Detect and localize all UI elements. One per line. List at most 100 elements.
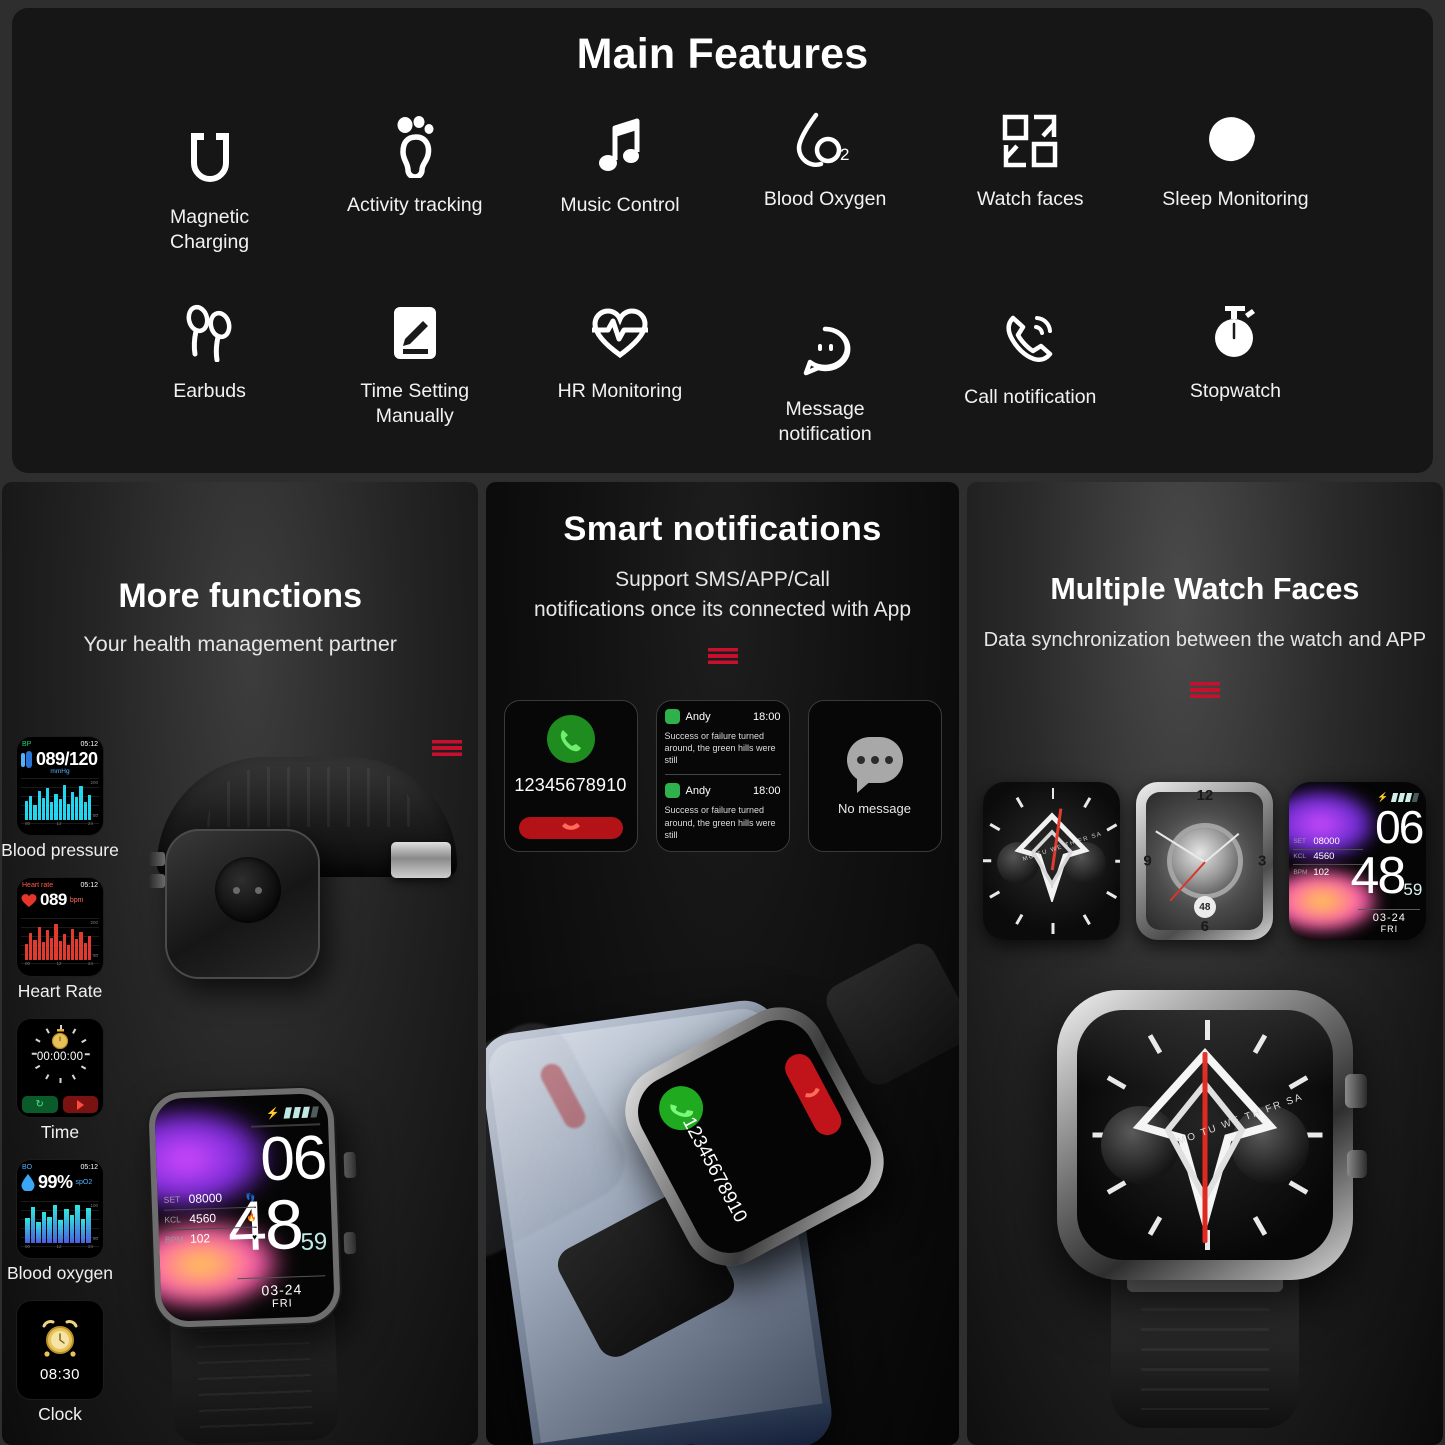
feature-blood-oxygen[interactable]: 2 Blood Oxygen — [723, 109, 928, 255]
right-panel-title: Multiple Watch Faces — [1050, 572, 1360, 606]
thumb-blood-oxygen[interactable]: BO 05:12 99% spO2 100 90 00 12 24 Blood … — [7, 1160, 113, 1284]
glass-reflection — [1076, 1010, 1333, 1088]
phone-decline-icon[interactable] — [518, 817, 623, 839]
phone-ring-icon — [1003, 307, 1057, 371]
message-time: 18:00 — [752, 710, 781, 723]
thumb-heart-rate[interactable]: Heart rate 05:12 089 bpm 200 50 00 12 24… — [10, 878, 110, 1002]
feature-activity-tracking[interactable]: Activity tracking — [312, 109, 517, 255]
watch-large-photo: MO TU WE TH FR SA — [1035, 982, 1375, 1428]
hour-marker-6: 6 — [1200, 918, 1209, 935]
reflection-decline-icon — [537, 1060, 590, 1133]
bp-axis-bottom: 50 — [92, 813, 98, 818]
hr-axis-bottom: 50 — [92, 953, 98, 958]
pencil-note-icon — [389, 301, 441, 365]
watch-weekday: FRI — [271, 1297, 293, 1311]
feature-stopwatch[interactable]: Stopwatch — [1133, 301, 1338, 447]
bpm-value: 102 — [189, 1231, 211, 1246]
timer-buttons: ↻ — [22, 1096, 98, 1113]
heart-small-icon: ♥ — [252, 1232, 258, 1242]
feature-time-setting[interactable]: Time Setting Manually — [312, 301, 517, 447]
bpm-key: BPM — [1293, 868, 1308, 876]
thumb-clock[interactable]: 08:30 Clock — [10, 1301, 110, 1425]
page-title: Main Features — [576, 30, 869, 78]
feature-sleep-monitoring[interactable]: z Sleep Monitoring — [1133, 109, 1338, 255]
battery-indicator: ⚡ — [266, 1105, 319, 1120]
watch-face-gears[interactable]: 12 3 6 9 48 — [1136, 782, 1274, 940]
kcal-value: 4560 — [189, 1211, 217, 1226]
sender-name: Andy — [685, 784, 711, 797]
feature-label: Watch faces — [976, 188, 1084, 210]
steps-key: SET — [1293, 837, 1306, 845]
thumb-blood-pressure[interactable]: BP 05:12 089/120 mmHg 200 50 00 12 24 Bl… — [2, 737, 119, 861]
function-thumbnails: BP 05:12 089/120 mmHg 200 50 00 12 24 Bl… — [2, 737, 119, 1425]
speech-bubble-icon — [798, 319, 852, 383]
watch-case: MO TU WE TH FR SA — [1056, 990, 1353, 1280]
watch-screen-hr: Heart rate 05:12 089 bpm 200 50 00 12 24 — [17, 878, 103, 976]
phone-watch-photo: 12345678910 12345678910 — [486, 925, 959, 1445]
feature-music-control[interactable]: Music Control — [517, 109, 722, 255]
phone-bottom-edge — [533, 1402, 837, 1445]
no-message-label: No message — [838, 800, 911, 816]
watch-display: MO TU WE TH FR SA — [1076, 1010, 1333, 1260]
bo-axis-top: 100 — [90, 1203, 98, 1208]
feature-magnetic-charging[interactable]: Magnetic Charging — [107, 109, 312, 255]
stopwatch-icon — [1210, 301, 1260, 365]
feature-label: Activity tracking — [347, 194, 483, 216]
thumb-time[interactable]: 00:00:00 ↻ Time — [10, 1019, 110, 1143]
message-item[interactable]: Andy 18:00 Success or failure turned aro… — [664, 783, 781, 840]
hour-marker-9: 9 — [1143, 852, 1152, 870]
bp-axis-top: 200 — [90, 780, 98, 785]
bo-bars — [21, 1201, 99, 1249]
decor-stripe — [1189, 682, 1220, 698]
play-triangle-icon[interactable] — [62, 1096, 98, 1113]
feature-hr-monitoring[interactable]: HR Monitoring — [517, 301, 722, 447]
magnet-icon — [184, 127, 236, 191]
svg-text:2: 2 — [840, 145, 849, 164]
watch-display: ⚡ 06 48 59 SET 08000 👣 KCL 4560 🔥 BPM 10… — [147, 1086, 342, 1329]
feature-row-2: Earbuds Time Setting Manually HR Monitor… — [12, 301, 1433, 447]
message-time: 18:00 — [752, 784, 781, 797]
bo-tag: BO — [22, 1164, 33, 1171]
watch-date: 03-24 — [1372, 912, 1406, 924]
watch-stats: SET 08000 KCL 4560 BPM 102 — [1293, 834, 1364, 880]
feature-message-notification[interactable]: Message notification — [723, 301, 928, 447]
watch-face-tactical[interactable]: MO TU WE TH FR SA — [983, 782, 1121, 940]
reset-arrow-icon[interactable]: ↻ — [22, 1096, 58, 1113]
feature-watch-faces[interactable]: Watch faces — [928, 109, 1133, 255]
watch-upper-strap — [819, 937, 959, 1091]
phone-accept-icon[interactable] — [546, 715, 595, 763]
watch-stats: SET 08000 👣 KCL 4560 🔥 BPM 102 ♥ — [163, 1187, 258, 1250]
thumb-caption: Clock — [38, 1404, 82, 1424]
feature-call-notification[interactable]: Call notification — [928, 301, 1133, 447]
right-panel-subtitle: Data synchronization between the watch a… — [983, 629, 1427, 651]
caller-number: 12345678910 — [677, 1113, 751, 1227]
message-item[interactable]: Andy 18:00 Success or failure turned aro… — [664, 709, 781, 766]
watch-screen-timer: 00:00:00 ↻ — [17, 1019, 103, 1117]
watch-face-aurora[interactable]: ⚡ 06 48 59 SET 08000 KCL 4560 BPM 102 03… — [1289, 782, 1427, 940]
smart-notifications-panel: Smart notifications Support SMS/APP/Call… — [486, 482, 959, 1445]
strap-buckle — [391, 842, 451, 878]
steps-key: SET — [163, 1194, 181, 1205]
decor-stripe — [707, 647, 738, 664]
incoming-call-card[interactable]: 12345678910 — [503, 700, 638, 852]
bo-value: 99% — [38, 1172, 73, 1192]
phone-decline-icon[interactable] — [779, 1049, 846, 1140]
bp-time: 05:12 — [80, 741, 98, 748]
bo-unit: spO2 — [75, 1179, 93, 1186]
watch-case-back — [165, 829, 320, 979]
earbuds-icon — [183, 301, 237, 365]
message-list-card[interactable]: Andy 18:00 Success or failure turned aro… — [655, 700, 790, 852]
hour-marker-3: 3 — [1257, 852, 1267, 870]
alarm-time: 08:30 — [39, 1366, 81, 1383]
bpm-value: 102 — [1313, 866, 1330, 878]
feature-earbuds[interactable]: Earbuds — [107, 301, 312, 447]
side-buttons — [149, 852, 165, 896]
hr-bars — [21, 918, 99, 966]
heart-pulse-icon — [591, 301, 648, 365]
steps-value: 08000 — [188, 1190, 223, 1206]
chat-bubble-icon — [846, 736, 903, 793]
hr-axis-x: 00 12 24 — [25, 961, 93, 966]
mid-panel-subtitle: Support SMS/APP/Call notifications once … — [533, 568, 912, 622]
no-message-card[interactable]: No message — [807, 700, 942, 852]
watch-second: 59 — [1403, 880, 1423, 899]
